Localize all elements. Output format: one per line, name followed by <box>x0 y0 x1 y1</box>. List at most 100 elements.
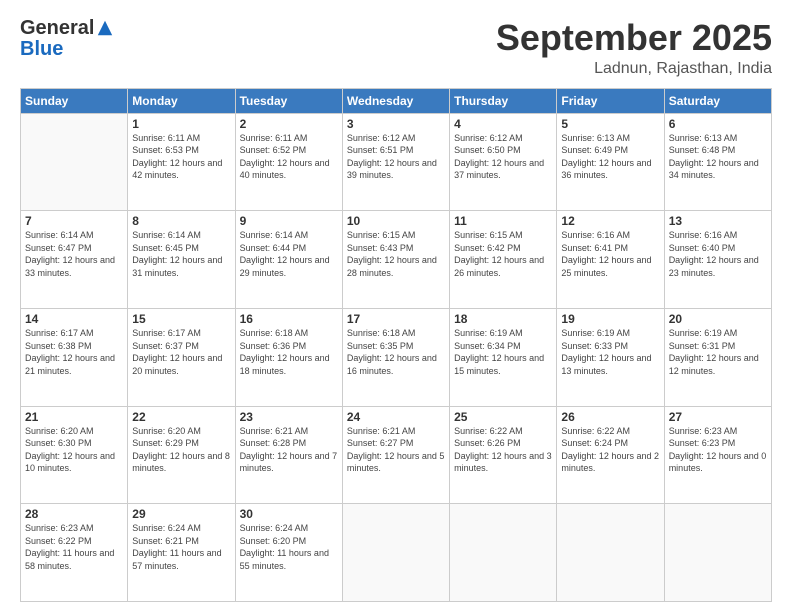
day-number: 26 <box>561 410 659 424</box>
day-number: 27 <box>669 410 767 424</box>
day-cell: 2Sunrise: 6:11 AMSunset: 6:52 PMDaylight… <box>235 113 342 211</box>
day-cell: 6Sunrise: 6:13 AMSunset: 6:48 PMDaylight… <box>664 113 771 211</box>
week-row-5: 28Sunrise: 6:23 AMSunset: 6:22 PMDayligh… <box>21 504 772 602</box>
week-row-3: 14Sunrise: 6:17 AMSunset: 6:38 PMDayligh… <box>21 308 772 406</box>
day-cell: 18Sunrise: 6:19 AMSunset: 6:34 PMDayligh… <box>450 308 557 406</box>
day-cell: 13Sunrise: 6:16 AMSunset: 6:40 PMDayligh… <box>664 211 771 309</box>
day-info: Sunrise: 6:11 AMSunset: 6:53 PMDaylight:… <box>132 132 230 182</box>
day-cell <box>21 113 128 211</box>
day-number: 19 <box>561 312 659 326</box>
day-info: Sunrise: 6:22 AMSunset: 6:26 PMDaylight:… <box>454 425 552 475</box>
day-info: Sunrise: 6:21 AMSunset: 6:28 PMDaylight:… <box>240 425 338 475</box>
logo-icon <box>96 19 114 37</box>
day-info: Sunrise: 6:20 AMSunset: 6:30 PMDaylight:… <box>25 425 123 475</box>
day-cell: 11Sunrise: 6:15 AMSunset: 6:42 PMDayligh… <box>450 211 557 309</box>
day-cell <box>450 504 557 602</box>
day-info: Sunrise: 6:22 AMSunset: 6:24 PMDaylight:… <box>561 425 659 475</box>
day-cell: 5Sunrise: 6:13 AMSunset: 6:49 PMDaylight… <box>557 113 664 211</box>
day-info: Sunrise: 6:14 AMSunset: 6:45 PMDaylight:… <box>132 229 230 279</box>
day-header-thursday: Thursday <box>450 88 557 113</box>
day-cell: 15Sunrise: 6:17 AMSunset: 6:37 PMDayligh… <box>128 308 235 406</box>
day-number: 16 <box>240 312 338 326</box>
day-info: Sunrise: 6:13 AMSunset: 6:48 PMDaylight:… <box>669 132 767 182</box>
logo: General Blue <box>20 18 114 61</box>
day-info: Sunrise: 6:16 AMSunset: 6:41 PMDaylight:… <box>561 229 659 279</box>
day-number: 6 <box>669 117 767 131</box>
day-cell: 3Sunrise: 6:12 AMSunset: 6:51 PMDaylight… <box>342 113 449 211</box>
day-info: Sunrise: 6:24 AMSunset: 6:21 PMDaylight:… <box>132 522 230 572</box>
day-cell: 8Sunrise: 6:14 AMSunset: 6:45 PMDaylight… <box>128 211 235 309</box>
day-cell: 20Sunrise: 6:19 AMSunset: 6:31 PMDayligh… <box>664 308 771 406</box>
day-number: 17 <box>347 312 445 326</box>
day-header-saturday: Saturday <box>664 88 771 113</box>
day-header-monday: Monday <box>128 88 235 113</box>
day-info: Sunrise: 6:15 AMSunset: 6:43 PMDaylight:… <box>347 229 445 279</box>
day-number: 10 <box>347 214 445 228</box>
day-number: 1 <box>132 117 230 131</box>
page: General Blue September 2025 Ladnun, Raja… <box>0 0 792 612</box>
day-cell: 24Sunrise: 6:21 AMSunset: 6:27 PMDayligh… <box>342 406 449 504</box>
day-cell: 1Sunrise: 6:11 AMSunset: 6:53 PMDaylight… <box>128 113 235 211</box>
day-info: Sunrise: 6:15 AMSunset: 6:42 PMDaylight:… <box>454 229 552 279</box>
day-header-sunday: Sunday <box>21 88 128 113</box>
day-header-tuesday: Tuesday <box>235 88 342 113</box>
day-info: Sunrise: 6:12 AMSunset: 6:50 PMDaylight:… <box>454 132 552 182</box>
week-row-4: 21Sunrise: 6:20 AMSunset: 6:30 PMDayligh… <box>21 406 772 504</box>
day-number: 23 <box>240 410 338 424</box>
day-number: 28 <box>25 507 123 521</box>
day-info: Sunrise: 6:19 AMSunset: 6:31 PMDaylight:… <box>669 327 767 377</box>
day-info: Sunrise: 6:12 AMSunset: 6:51 PMDaylight:… <box>347 132 445 182</box>
day-number: 12 <box>561 214 659 228</box>
logo-general-text: General <box>20 18 94 38</box>
day-info: Sunrise: 6:19 AMSunset: 6:33 PMDaylight:… <box>561 327 659 377</box>
day-cell: 30Sunrise: 6:24 AMSunset: 6:20 PMDayligh… <box>235 504 342 602</box>
week-row-1: 1Sunrise: 6:11 AMSunset: 6:53 PMDaylight… <box>21 113 772 211</box>
month-title: September 2025 <box>496 18 772 58</box>
day-cell: 4Sunrise: 6:12 AMSunset: 6:50 PMDaylight… <box>450 113 557 211</box>
day-number: 4 <box>454 117 552 131</box>
day-cell: 10Sunrise: 6:15 AMSunset: 6:43 PMDayligh… <box>342 211 449 309</box>
header: General Blue September 2025 Ladnun, Raja… <box>20 18 772 78</box>
day-cell: 22Sunrise: 6:20 AMSunset: 6:29 PMDayligh… <box>128 406 235 504</box>
day-number: 20 <box>669 312 767 326</box>
day-info: Sunrise: 6:11 AMSunset: 6:52 PMDaylight:… <box>240 132 338 182</box>
day-number: 24 <box>347 410 445 424</box>
day-cell: 16Sunrise: 6:18 AMSunset: 6:36 PMDayligh… <box>235 308 342 406</box>
day-number: 11 <box>454 214 552 228</box>
day-cell: 27Sunrise: 6:23 AMSunset: 6:23 PMDayligh… <box>664 406 771 504</box>
day-info: Sunrise: 6:14 AMSunset: 6:47 PMDaylight:… <box>25 229 123 279</box>
day-cell: 21Sunrise: 6:20 AMSunset: 6:30 PMDayligh… <box>21 406 128 504</box>
day-cell: 14Sunrise: 6:17 AMSunset: 6:38 PMDayligh… <box>21 308 128 406</box>
day-cell: 28Sunrise: 6:23 AMSunset: 6:22 PMDayligh… <box>21 504 128 602</box>
days-header-row: SundayMondayTuesdayWednesdayThursdayFrid… <box>21 88 772 113</box>
day-number: 14 <box>25 312 123 326</box>
day-info: Sunrise: 6:19 AMSunset: 6:34 PMDaylight:… <box>454 327 552 377</box>
day-cell <box>342 504 449 602</box>
logo-blue-text: Blue <box>20 38 63 61</box>
day-number: 9 <box>240 214 338 228</box>
week-row-2: 7Sunrise: 6:14 AMSunset: 6:47 PMDaylight… <box>21 211 772 309</box>
day-number: 7 <box>25 214 123 228</box>
day-number: 18 <box>454 312 552 326</box>
day-cell: 25Sunrise: 6:22 AMSunset: 6:26 PMDayligh… <box>450 406 557 504</box>
calendar-table: SundayMondayTuesdayWednesdayThursdayFrid… <box>20 88 772 602</box>
day-number: 3 <box>347 117 445 131</box>
day-info: Sunrise: 6:23 AMSunset: 6:22 PMDaylight:… <box>25 522 123 572</box>
day-cell <box>664 504 771 602</box>
day-cell: 29Sunrise: 6:24 AMSunset: 6:21 PMDayligh… <box>128 504 235 602</box>
day-number: 30 <box>240 507 338 521</box>
day-number: 15 <box>132 312 230 326</box>
day-number: 8 <box>132 214 230 228</box>
day-cell: 7Sunrise: 6:14 AMSunset: 6:47 PMDaylight… <box>21 211 128 309</box>
day-info: Sunrise: 6:24 AMSunset: 6:20 PMDaylight:… <box>240 522 338 572</box>
day-number: 21 <box>25 410 123 424</box>
day-info: Sunrise: 6:17 AMSunset: 6:37 PMDaylight:… <box>132 327 230 377</box>
day-number: 25 <box>454 410 552 424</box>
day-cell: 23Sunrise: 6:21 AMSunset: 6:28 PMDayligh… <box>235 406 342 504</box>
day-number: 29 <box>132 507 230 521</box>
day-number: 13 <box>669 214 767 228</box>
day-number: 22 <box>132 410 230 424</box>
day-number: 2 <box>240 117 338 131</box>
day-info: Sunrise: 6:18 AMSunset: 6:35 PMDaylight:… <box>347 327 445 377</box>
day-cell <box>557 504 664 602</box>
